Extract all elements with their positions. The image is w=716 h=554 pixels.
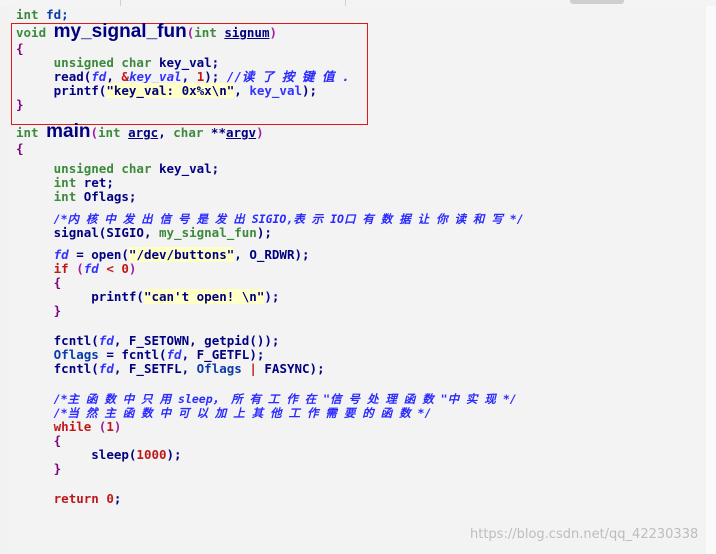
function-name: main — [46, 121, 91, 142]
toolbar-tab[interactable] — [570, 0, 624, 4]
code-line: unsigned char key_val; — [53, 55, 220, 70]
code-line: return 0; — [53, 491, 122, 506]
code-line: int fd; — [16, 7, 69, 22]
code-comment: /*内 核 中 发 出 信 号 是 发 出 SIGIO,表 示 IO口 有 数 … — [53, 212, 524, 226]
watermark-text: https://blog.csdn.net/qq_42230338 — [470, 527, 699, 542]
code-line: unsigned char key_val; — [53, 161, 220, 176]
code-line: if (fd < 0) — [53, 261, 137, 276]
code-line: { — [16, 141, 24, 156]
code-line: sleep(1000); — [91, 447, 182, 462]
code-line: printf("can't open! \n"); — [91, 289, 280, 304]
code-line: } — [53, 303, 62, 318]
code-line: fcntl(fd, F_SETOWN, getpid()); — [53, 333, 280, 348]
code-line: /*当 然 主 函 数 中 可 以 加 上 其 他 工 作 需 要 的 函 数 … — [16, 406, 706, 420]
code-line: { — [16, 41, 24, 56]
code-line: /*内 核 中 发 出 信 号 是 发 出 SIGIO,表 示 IO口 有 数 … — [16, 212, 706, 226]
code-line: Oflags = fcntl(fd, F_GETFL); — [53, 347, 265, 362]
code-line: fcntl(fd, F_SETFL, Oflags | FASYNC); — [53, 361, 325, 376]
code-line: int Oflags; — [53, 189, 137, 204]
code-line: while (1) — [53, 419, 122, 434]
code-line: signal(SIGIO, my_signal_fun); — [53, 225, 272, 240]
code-line: int main(int argc, char **argv) — [16, 121, 264, 142]
right-gutter — [706, 6, 716, 554]
code-line: fd = open("/dev/buttons", O_RDWR); — [53, 247, 310, 262]
code-block[interactable]: int fd; void my_signal_fun(int signum) {… — [16, 8, 706, 506]
code-line: void my_signal_fun(int signum) — [16, 21, 278, 42]
function-name: my_signal_fun — [53, 21, 187, 42]
code-line: int ret; — [53, 175, 114, 190]
code-comment: /*主 函 数 中 只 用 sleep， 所 有 工 作 在 "信 号 处 理 … — [53, 392, 517, 406]
code-line: } — [16, 97, 24, 112]
code-line: printf("key_val: 0x%x\n", key_val); — [53, 83, 318, 98]
code-line: { — [53, 433, 62, 448]
code-line: } — [53, 461, 62, 476]
code-comment: /*当 然 主 函 数 中 可 以 加 上 其 他 工 作 需 要 的 函 数 … — [53, 406, 432, 420]
code-line: read(fd, &key_val, 1); //读 了 按 键 值 . — [53, 69, 350, 84]
code-line: /*主 函 数 中 只 用 sleep， 所 有 工 作 在 "信 号 处 理 … — [16, 392, 706, 406]
left-gutter — [0, 6, 10, 554]
code-line: { — [53, 275, 62, 290]
